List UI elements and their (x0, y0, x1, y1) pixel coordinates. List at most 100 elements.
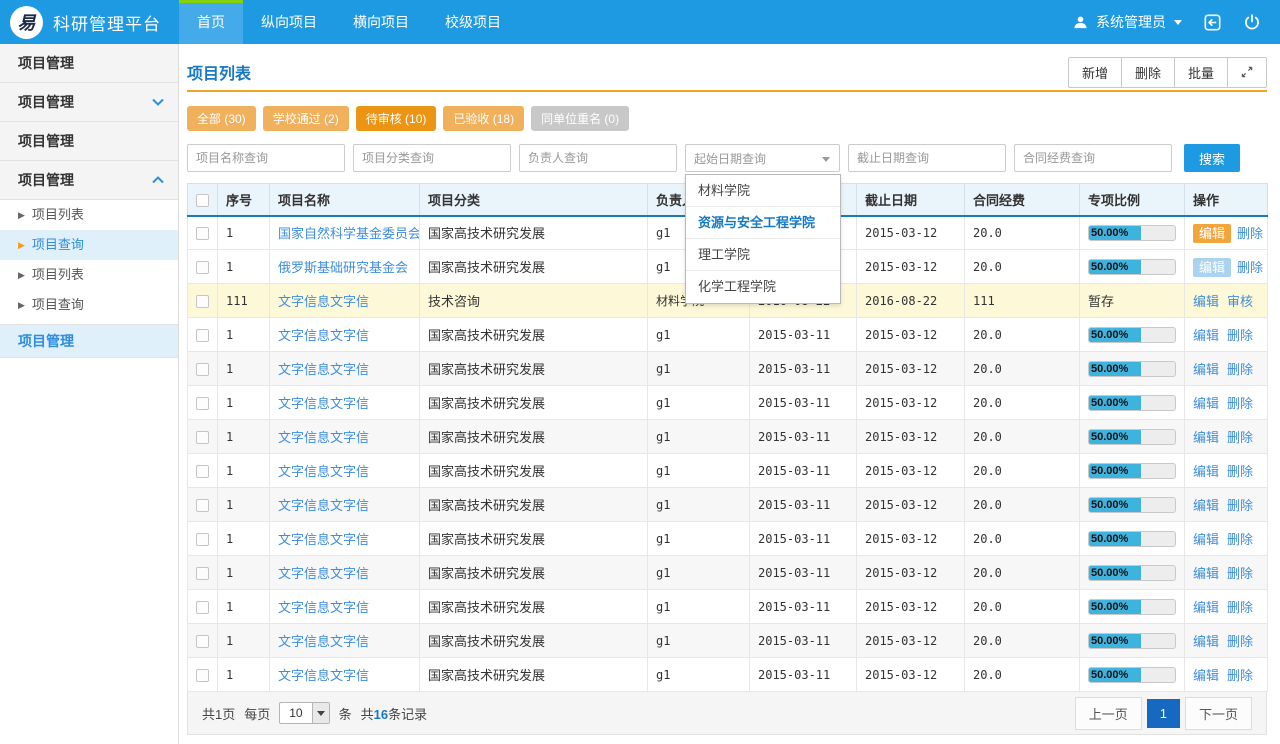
action-edit[interactable]: 编辑 (1193, 498, 1219, 513)
action-edit[interactable]: 编辑 (1193, 362, 1219, 377)
cell-special-ratio: 50.00% (1080, 556, 1185, 590)
action-second[interactable]: 删除 (1227, 600, 1253, 615)
leader-input[interactable] (519, 144, 677, 172)
action-edit[interactable]: 编辑 (1193, 668, 1219, 683)
status-filters: 全部 (30) 学校通过 (2) 待审核 (10) 已验收 (18) 同单位重名… (187, 106, 1267, 131)
row-checkbox[interactable] (196, 295, 209, 308)
sidebar-item-project-query-2[interactable]: ▶ 项目查询 (0, 290, 178, 320)
action-edit[interactable]: 编辑 (1193, 430, 1219, 445)
col-actions: 操作 (1185, 184, 1268, 216)
sidebar-group-3[interactable]: 项目管理 (0, 122, 178, 161)
dropdown-option-science-tech[interactable]: 理工学院 (686, 239, 840, 271)
start-date-select[interactable]: 起始日期查询 材料学院 资源与安全工程学院 理工学院 化学工程学院 (685, 144, 840, 172)
action-second[interactable]: 删除 (1227, 668, 1253, 683)
prev-page-button[interactable]: 上一页 (1075, 697, 1142, 730)
row-checkbox[interactable] (196, 635, 209, 648)
cell-project-name-link[interactable]: 文字信息文字信 (270, 454, 420, 488)
expand-button[interactable] (1227, 57, 1267, 88)
dropdown-option-chemical[interactable]: 化学工程学院 (686, 271, 840, 303)
action-edit[interactable]: 编辑 (1193, 634, 1219, 649)
filter-school-passed[interactable]: 学校通过 (2) (263, 106, 349, 131)
action-edit[interactable]: 编辑 (1193, 532, 1219, 547)
filter-all[interactable]: 全部 (30) (187, 106, 256, 131)
sidebar-item-project-list-2[interactable]: ▶ 项目列表 (0, 260, 178, 290)
action-second[interactable]: 删除 (1227, 634, 1253, 649)
action-edit[interactable]: 编辑 (1193, 328, 1219, 343)
cell-project-name-link[interactable]: 国家自然科学基金委员会 (270, 216, 420, 250)
next-page-button[interactable]: 下一页 (1185, 697, 1252, 730)
sidebar-group-2[interactable]: 项目管理 (0, 83, 178, 122)
cell-project-name-link[interactable]: 文字信息文字信 (270, 522, 420, 556)
cell-project-name-link[interactable]: 文字信息文字信 (270, 352, 420, 386)
batch-button[interactable]: 批量 (1174, 57, 1228, 88)
dropdown-option-materials[interactable]: 材料学院 (686, 175, 840, 207)
select-all-checkbox[interactable] (196, 194, 209, 207)
sidebar-group-4[interactable]: 项目管理 (0, 161, 178, 200)
action-second[interactable]: 删除 (1227, 328, 1253, 343)
end-date-input[interactable] (848, 144, 1006, 172)
action-second[interactable]: 删除 (1227, 498, 1253, 513)
row-checkbox[interactable] (196, 329, 209, 342)
action-second[interactable]: 删除 (1227, 464, 1253, 479)
sidebar-item-project-management[interactable]: 项目管理 (0, 324, 178, 358)
filter-accepted[interactable]: 已验收 (18) (443, 106, 524, 131)
cell-project-name-link[interactable]: 文字信息文字信 (270, 420, 420, 454)
action-second[interactable]: 审核 (1227, 294, 1253, 309)
delete-button[interactable]: 删除 (1121, 57, 1175, 88)
user-menu[interactable]: 系统管理员 (1070, 12, 1182, 32)
cell-project-name-link[interactable]: 俄罗斯基础研究基金会 (270, 250, 420, 284)
nav-tab-horizontal-projects[interactable]: 横向项目 (335, 0, 427, 44)
row-checkbox[interactable] (196, 227, 209, 240)
nav-tab-school-projects[interactable]: 校级项目 (427, 0, 519, 44)
cell-project-name-link[interactable]: 文字信息文字信 (270, 386, 420, 420)
search-button[interactable]: 搜索 (1184, 144, 1240, 172)
cell-project-name-link[interactable]: 文字信息文字信 (270, 624, 420, 658)
row-checkbox[interactable] (196, 601, 209, 614)
row-checkbox[interactable] (196, 669, 209, 682)
filter-pending-review[interactable]: 待审核 (10) (356, 106, 437, 131)
action-edit[interactable]: 编辑 (1193, 294, 1219, 309)
row-checkbox[interactable] (196, 465, 209, 478)
project-category-input[interactable] (353, 144, 511, 172)
nav-tab-home[interactable]: 首页 (179, 0, 243, 44)
action-second[interactable]: 删除 (1227, 566, 1253, 581)
dropdown-option-resources-safety[interactable]: 资源与安全工程学院 (686, 207, 840, 239)
power-icon[interactable] (1242, 12, 1262, 32)
action-second[interactable]: 删除 (1227, 396, 1253, 411)
filter-duplicate-name[interactable]: 同单位重名 (0) (531, 106, 629, 131)
add-button[interactable]: 新增 (1068, 57, 1122, 88)
action-edit[interactable]: 编辑 (1193, 566, 1219, 581)
action-second[interactable]: 删除 (1227, 362, 1253, 377)
sidebar-item-project-query-1[interactable]: ▶ 项目查询 (0, 230, 178, 260)
action-second[interactable]: 删除 (1237, 226, 1263, 241)
action-second[interactable]: 删除 (1237, 260, 1263, 275)
sidebar-group-1[interactable]: 项目管理 (0, 44, 178, 83)
action-edit[interactable]: 编辑 (1193, 258, 1231, 277)
action-second[interactable]: 删除 (1227, 532, 1253, 547)
row-checkbox[interactable] (196, 397, 209, 410)
project-name-input[interactable] (187, 144, 345, 172)
page-1-button[interactable]: 1 (1147, 699, 1180, 728)
nav-tab-vertical-projects[interactable]: 纵向项目 (243, 0, 335, 44)
cell-project-name-link[interactable]: 文字信息文字信 (270, 590, 420, 624)
row-checkbox[interactable] (196, 363, 209, 376)
row-checkbox[interactable] (196, 431, 209, 444)
sidebar-item-project-list-1[interactable]: ▶ 项目列表 (0, 200, 178, 230)
cell-project-name-link[interactable]: 文字信息文字信 (270, 488, 420, 522)
action-edit[interactable]: 编辑 (1193, 600, 1219, 615)
action-second[interactable]: 删除 (1227, 430, 1253, 445)
row-checkbox[interactable] (196, 261, 209, 274)
row-checkbox[interactable] (196, 533, 209, 546)
action-edit[interactable]: 编辑 (1193, 464, 1219, 479)
action-edit[interactable]: 编辑 (1193, 396, 1219, 411)
action-edit[interactable]: 编辑 (1193, 224, 1231, 243)
cell-project-name-link[interactable]: 文字信息文字信 (270, 556, 420, 590)
per-page-select[interactable]: 10 (279, 702, 329, 724)
row-checkbox[interactable] (196, 499, 209, 512)
cell-project-name-link[interactable]: 文字信息文字信 (270, 284, 420, 318)
cell-project-name-link[interactable]: 文字信息文字信 (270, 318, 420, 352)
contract-fund-input[interactable] (1014, 144, 1172, 172)
exit-icon[interactable] (1202, 12, 1222, 32)
row-checkbox[interactable] (196, 567, 209, 580)
cell-project-name-link[interactable]: 文字信息文字信 (270, 658, 420, 692)
